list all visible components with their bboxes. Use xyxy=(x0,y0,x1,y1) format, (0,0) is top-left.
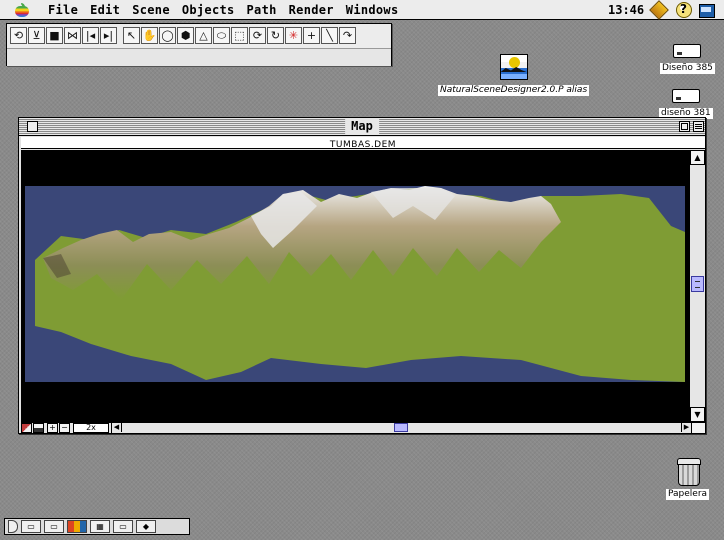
document-header: TUMBAS.DEM xyxy=(21,137,705,150)
disk-diseno-381[interactable]: diseño 381 xyxy=(659,89,713,119)
menu-path[interactable]: Path xyxy=(241,3,283,17)
cylinder-tool-icon[interactable]: ⬭ xyxy=(213,27,230,44)
menu-file[interactable]: File xyxy=(42,3,84,17)
stop-tool-icon[interactable]: ⊻ xyxy=(28,27,45,44)
desktop-icon-label: Papelera xyxy=(666,489,710,500)
hand-tool-icon[interactable]: ✋ xyxy=(141,27,158,44)
resize-grow-box-icon[interactable] xyxy=(691,422,705,433)
trash-icon xyxy=(676,458,701,486)
control-strip: ▭ ▭ ▦ ▭ ◆ xyxy=(4,518,190,535)
help-label: ? xyxy=(680,2,687,16)
map-bottom-bar: + − 2x ◀ ▶ xyxy=(21,422,705,433)
orbit-tool-icon[interactable]: ↻ xyxy=(267,27,284,44)
apple-menu-icon[interactable] xyxy=(14,2,30,17)
cone-tool-icon[interactable]: △ xyxy=(195,27,212,44)
last-frame-icon[interactable]: ▸| xyxy=(100,27,117,44)
terrain-map-view[interactable] xyxy=(21,150,689,422)
menu-bar: File Edit Scene Objects Path Render Wind… xyxy=(0,0,724,20)
tool-palette-status-area xyxy=(7,48,391,66)
pointer-tool-icon[interactable]: ↖ xyxy=(123,27,140,44)
map-window: Map TUMBAS.DEM ▲ ▼ + − 2x ◀ ▶ xyxy=(18,117,706,434)
control-strip-display-icon[interactable]: ▭ xyxy=(44,520,64,533)
selection-rectangle-icon[interactable]: ⬚ xyxy=(231,27,248,44)
menu-windows[interactable]: Windows xyxy=(340,3,405,17)
horizontal-scrollbar[interactable]: ◀ ▶ xyxy=(111,423,691,433)
sphere-tool-icon[interactable]: ◯ xyxy=(159,27,176,44)
vertical-scrollbar[interactable]: ▲ ▼ xyxy=(689,150,705,422)
menu-edit[interactable]: Edit xyxy=(84,3,126,17)
first-frame-icon[interactable]: |◂ xyxy=(82,27,99,44)
zoom-level-field[interactable]: 2x xyxy=(73,423,109,433)
desktop-icon-label: Diseño 385 xyxy=(660,63,715,74)
line-tool-icon[interactable]: ╲ xyxy=(321,27,338,44)
control-strip-sound-icon[interactable]: ◆ xyxy=(136,520,156,533)
collapse-box-icon[interactable] xyxy=(693,121,704,132)
relief-mode-icon[interactable] xyxy=(33,423,44,433)
tool-row: ⟲ ⊻ ■ ⋈ |◂ ▸| ↖ ✋ ◯ ⬢ △ ⬭ ⬚ ⟳ ↻ ✳ + ╲ ↷ xyxy=(10,27,356,44)
disk-icon xyxy=(673,44,702,58)
crosshair-tool-icon[interactable]: + xyxy=(303,27,320,44)
control-strip-color-depth-icon[interactable] xyxy=(67,520,87,533)
scroll-up-arrow-icon[interactable]: ▲ xyxy=(690,150,705,165)
balloon-help-icon[interactable] xyxy=(650,2,668,18)
scroll-left-arrow-icon[interactable]: ◀ xyxy=(112,423,122,432)
menu-clock[interactable]: 13:46 xyxy=(608,3,644,17)
vertical-scroll-thumb[interactable] xyxy=(691,276,704,292)
zoom-box-icon[interactable] xyxy=(679,121,690,132)
control-strip-resolution-icon[interactable]: ▦ xyxy=(90,520,110,533)
path-tool-icon[interactable]: ↷ xyxy=(339,27,356,44)
terrain-render xyxy=(21,150,689,422)
menu-objects[interactable]: Objects xyxy=(176,3,241,17)
control-strip-tab-icon[interactable] xyxy=(8,520,18,533)
menu-scene[interactable]: Scene xyxy=(126,3,176,17)
tool-palette: ⟲ ⊻ ■ ⋈ |◂ ▸| ↖ ✋ ◯ ⬢ △ ⬭ ⬚ ⟳ ↻ ✳ + ╲ ↷ xyxy=(6,23,392,66)
desktop-icon-label: NaturalSceneDesigner2.0.P alias xyxy=(438,85,590,96)
disk-diseno-385[interactable]: Diseño 385 xyxy=(660,44,715,74)
terrain-mode-icon[interactable] xyxy=(21,423,32,433)
control-strip-monitor-icon[interactable]: ▭ xyxy=(21,520,41,533)
disk-icon xyxy=(671,89,700,103)
natural-scene-designer-alias[interactable]: NaturalSceneDesigner2.0.P alias xyxy=(438,54,590,96)
menu-render[interactable]: Render xyxy=(283,3,340,17)
control-strip-printer-icon[interactable]: ▭ xyxy=(113,520,133,533)
scroll-down-arrow-icon[interactable]: ▼ xyxy=(690,407,705,422)
trash[interactable]: Papelera xyxy=(666,458,710,500)
cube-tool-icon[interactable]: ⬢ xyxy=(177,27,194,44)
landscape-app-icon xyxy=(499,54,528,80)
zoom-in-button[interactable]: + xyxy=(47,423,58,433)
zoom-out-button[interactable]: − xyxy=(59,423,70,433)
window-title: Map xyxy=(345,119,379,134)
help-icon[interactable]: ? xyxy=(676,2,692,18)
horizontal-scroll-thumb[interactable] xyxy=(394,423,408,432)
pause-tool-icon[interactable]: ■ xyxy=(46,27,63,44)
document-name: TUMBAS.DEM xyxy=(329,140,397,150)
application-menu-icon[interactable] xyxy=(698,2,715,18)
scroll-right-arrow-icon[interactable]: ▶ xyxy=(681,423,691,432)
center-tool-icon[interactable]: ⋈ xyxy=(64,27,81,44)
rotate-tool-icon[interactable]: ⟳ xyxy=(249,27,266,44)
close-box-icon[interactable] xyxy=(27,121,38,132)
light-tool-icon[interactable]: ✳ xyxy=(285,27,302,44)
undo-tool-icon[interactable]: ⟲ xyxy=(10,27,27,44)
window-title-bar[interactable]: Map xyxy=(19,118,705,136)
